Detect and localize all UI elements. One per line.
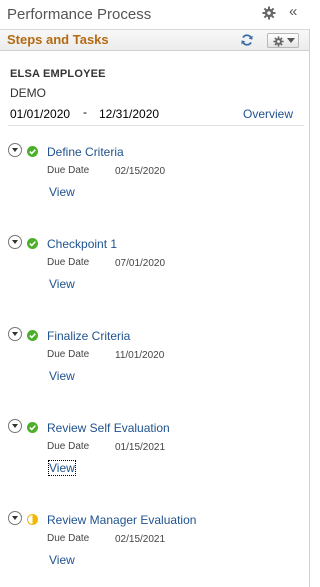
chevron-down-icon <box>12 516 18 520</box>
complete-check-icon <box>27 236 38 249</box>
step-title-link[interactable]: Review Self Evaluation <box>47 421 170 435</box>
double-chevron-left-icon[interactable]: « <box>289 4 297 20</box>
step-title-link[interactable]: Finalize Criteria <box>47 329 130 343</box>
expand-step-button[interactable] <box>8 419 22 433</box>
panel-border <box>309 29 310 587</box>
steps-section-header: Steps and Tasks <box>0 29 309 51</box>
view-link[interactable]: View <box>49 277 75 291</box>
step-item: Review Self Evaluation Due Date 01/15/20… <box>0 418 305 510</box>
due-date-value: 01/15/2021 <box>115 442 166 453</box>
gear-icon <box>273 36 284 47</box>
chevron-down-icon <box>12 424 18 428</box>
expand-step-button[interactable] <box>8 143 22 157</box>
expand-step-button[interactable] <box>8 235 22 249</box>
due-date-value: 11/01/2020 <box>115 350 165 361</box>
in-progress-icon <box>27 512 38 525</box>
complete-check-icon <box>27 420 38 433</box>
period-end-date: 12/31/2020 <box>99 107 160 121</box>
due-date-value: 07/01/2020 <box>115 258 166 269</box>
employee-id: DEMO <box>10 86 46 100</box>
expand-step-button[interactable] <box>8 327 22 341</box>
chevron-down-icon <box>287 38 295 43</box>
employee-name: ELSA EMPLOYEE <box>10 68 106 80</box>
step-item: Review Manager Evaluation Due Date 02/15… <box>0 510 305 587</box>
view-link[interactable]: View <box>49 553 75 567</box>
due-date-label: Due Date <box>47 441 90 452</box>
complete-check-icon <box>27 328 38 341</box>
chevron-down-icon <box>12 240 18 244</box>
step-item: Finalize Criteria Due Date 11/01/2020 Vi… <box>0 326 305 418</box>
due-date-label: Due Date <box>47 349 90 360</box>
overview-link[interactable]: Overview <box>243 107 293 121</box>
due-date-value: 02/15/2020 <box>115 166 166 177</box>
expand-step-button[interactable] <box>8 511 22 525</box>
step-item: Define Criteria Due Date 02/15/2020 View <box>0 142 305 234</box>
step-title-link[interactable]: Define Criteria <box>47 145 124 159</box>
chevron-down-icon <box>12 148 18 152</box>
chevron-down-icon <box>12 332 18 336</box>
view-link[interactable]: View <box>48 460 76 476</box>
complete-check-icon <box>27 144 38 157</box>
view-link[interactable]: View <box>49 185 75 199</box>
gear-icon[interactable] <box>262 6 276 20</box>
due-date-label: Due Date <box>47 533 90 544</box>
view-link[interactable]: View <box>49 369 75 383</box>
step-title-link[interactable]: Checkpoint 1 <box>47 237 117 251</box>
step-item: Checkpoint 1 Due Date 07/01/2020 View <box>0 234 305 326</box>
period-separator: - <box>83 105 87 119</box>
due-date-label: Due Date <box>47 257 90 268</box>
section-title: Steps and Tasks <box>7 32 109 47</box>
panel-title: Performance Process <box>7 6 152 23</box>
divider <box>8 125 304 126</box>
due-date-label: Due Date <box>47 165 90 176</box>
due-date-value: 02/15/2021 <box>115 534 166 545</box>
period-start-date: 01/01/2020 <box>10 107 71 121</box>
actions-menu-button[interactable] <box>267 33 299 48</box>
step-title-link[interactable]: Review Manager Evaluation <box>47 513 196 527</box>
refresh-icon[interactable] <box>240 33 254 47</box>
panel-header: Performance Process « <box>0 0 313 30</box>
